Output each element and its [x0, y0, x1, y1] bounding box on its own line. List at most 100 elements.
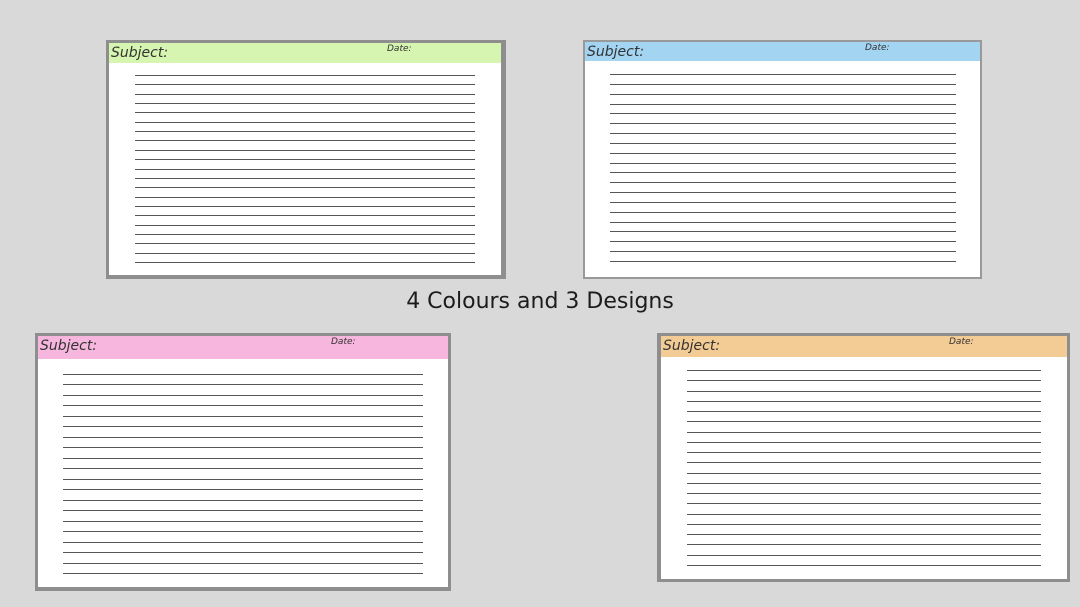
ruled-line	[135, 178, 475, 179]
ruled-line	[63, 521, 423, 522]
ruled-line	[610, 163, 956, 164]
ruled-line	[63, 437, 423, 438]
subject-label: Subject:	[663, 338, 721, 354]
ruled-line	[610, 74, 956, 75]
ruled-line	[63, 479, 423, 480]
ruled-line	[687, 565, 1041, 566]
ruled-line	[687, 401, 1041, 402]
ruled-line	[135, 253, 475, 254]
ruled-line	[610, 212, 956, 213]
ruled-lines	[610, 74, 956, 262]
ruled-line	[610, 133, 956, 134]
ruled-lines	[63, 374, 423, 574]
ruled-line	[63, 542, 423, 543]
ruled-line	[63, 458, 423, 459]
ruled-line	[63, 489, 423, 490]
ruled-line	[687, 483, 1041, 484]
ruled-line	[135, 112, 475, 113]
ruled-line	[63, 573, 423, 574]
ruled-line	[687, 473, 1041, 474]
ruled-line	[135, 159, 475, 160]
ruled-line	[687, 432, 1041, 433]
ruled-line	[63, 510, 423, 511]
showcase-canvas: Subject: Date: Subject: Date: 4 Colours …	[0, 0, 1080, 607]
ruled-line	[135, 122, 475, 123]
subject-label: Subject:	[587, 44, 645, 60]
ruled-line	[63, 552, 423, 553]
ruled-line	[63, 374, 423, 375]
ruled-line	[63, 395, 423, 396]
ruled-line	[610, 113, 956, 114]
ruled-line	[610, 84, 956, 85]
ruled-line	[610, 182, 956, 183]
ruled-line	[63, 426, 423, 427]
ruled-line	[135, 262, 475, 263]
ruled-lines	[135, 75, 475, 263]
date-label: Date:	[387, 44, 412, 54]
ruled-line	[135, 150, 475, 151]
ruled-line	[135, 140, 475, 141]
date-label: Date:	[949, 337, 974, 347]
subject-label: Subject:	[40, 338, 98, 354]
card-header-orange: Subject: Date:	[661, 336, 1067, 357]
card-header-pink: Subject: Date:	[38, 336, 448, 359]
ruled-line	[135, 243, 475, 244]
subject-label: Subject:	[111, 45, 169, 61]
ruled-line	[687, 380, 1041, 381]
ruled-line	[63, 500, 423, 501]
ruled-line	[687, 524, 1041, 525]
ruled-line	[63, 531, 423, 532]
date-label: Date:	[331, 337, 356, 347]
ruled-line	[687, 462, 1041, 463]
ruled-line	[135, 234, 475, 235]
ruled-line	[610, 123, 956, 124]
ruled-line	[135, 75, 475, 76]
ruled-line	[63, 447, 423, 448]
ruled-line	[687, 452, 1041, 453]
ruled-line	[135, 84, 475, 85]
ruled-line	[610, 104, 956, 105]
ruled-line	[610, 261, 956, 262]
ruled-line	[135, 169, 475, 170]
ruled-line	[135, 197, 475, 198]
ruled-line	[135, 225, 475, 226]
ruled-line	[610, 251, 956, 252]
ruled-line	[687, 544, 1041, 545]
ruled-line	[610, 241, 956, 242]
ruled-line	[610, 172, 956, 173]
ruled-line	[63, 563, 423, 564]
ruled-line	[610, 222, 956, 223]
ruled-line	[687, 503, 1041, 504]
showcase-title: 4 Colours and 3 Designs	[406, 289, 674, 314]
ruled-line	[687, 555, 1041, 556]
ruled-line	[135, 94, 475, 95]
ruled-line	[135, 103, 475, 104]
date-label: Date:	[865, 43, 890, 53]
ruled-line	[687, 493, 1041, 494]
ruled-line	[687, 391, 1041, 392]
ruled-lines	[687, 370, 1041, 566]
ruled-line	[135, 206, 475, 207]
index-card-green: Subject: Date:	[106, 40, 506, 279]
index-card-blue: Subject: Date:	[583, 40, 982, 279]
ruled-line	[610, 143, 956, 144]
ruled-line	[687, 534, 1041, 535]
ruled-line	[135, 187, 475, 188]
ruled-line	[687, 370, 1041, 371]
card-header-green: Subject: Date:	[109, 43, 501, 63]
ruled-line	[610, 153, 956, 154]
ruled-line	[63, 384, 423, 385]
ruled-line	[63, 405, 423, 406]
ruled-line	[687, 442, 1041, 443]
ruled-line	[610, 202, 956, 203]
ruled-line	[687, 411, 1041, 412]
ruled-line	[687, 421, 1041, 422]
ruled-line	[63, 416, 423, 417]
index-card-pink: Subject: Date:	[35, 333, 451, 591]
ruled-line	[610, 192, 956, 193]
ruled-line	[610, 231, 956, 232]
ruled-line	[63, 468, 423, 469]
ruled-line	[135, 215, 475, 216]
ruled-line	[610, 94, 956, 95]
index-card-orange: Subject: Date:	[657, 333, 1070, 582]
